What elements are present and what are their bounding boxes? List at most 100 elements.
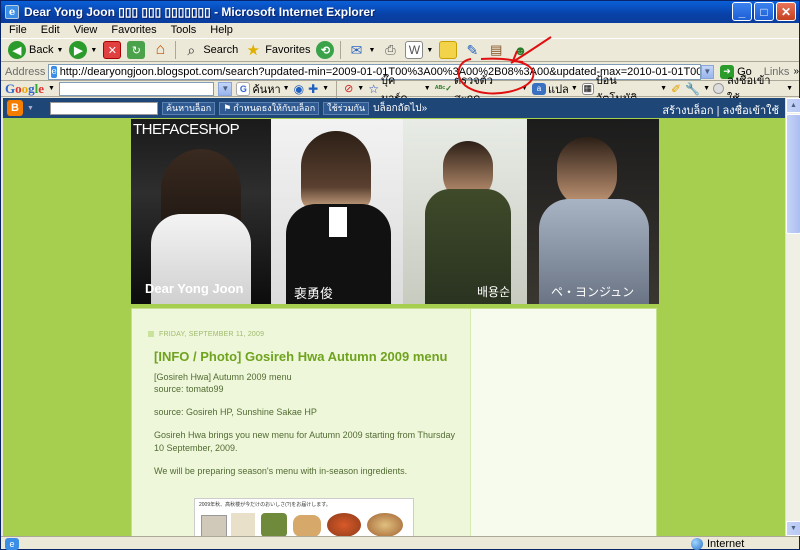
plus-icon[interactable]: ✚ xyxy=(308,82,318,96)
scroll-thumb[interactable] xyxy=(786,114,800,234)
history-button[interactable]: ⟲ xyxy=(313,39,337,61)
chevron-down-icon: ▼ xyxy=(660,85,668,92)
menu-view[interactable]: View xyxy=(74,24,98,36)
name-japanese: ペ・ヨンジュン xyxy=(551,285,635,299)
share-button[interactable]: ใช้ร่วมกัน xyxy=(323,101,370,115)
page-icon: e xyxy=(51,65,57,78)
menu-file[interactable]: File xyxy=(9,24,27,36)
post-line: [Gosireh Hwa] Autumn 2009 menu xyxy=(154,372,292,382)
globe-search-icon[interactable]: ◉ xyxy=(294,82,304,96)
print-icon: ⎙ xyxy=(385,42,396,57)
toolbar-separator xyxy=(340,41,342,59)
post-title[interactable]: [INFO / Photo] Gosireh Hwa Autumn 2009 m… xyxy=(154,349,448,364)
pen-icon: ✎ xyxy=(466,41,479,58)
login-link[interactable]: ลงชื่อเข้าใช้ xyxy=(723,105,779,117)
toolbar-separator xyxy=(175,41,177,59)
content-wrapper: FRIDAY, SEPTEMBER 11, 2009 [INFO / Photo… xyxy=(131,308,657,536)
ie-logo-icon: e xyxy=(5,5,19,19)
title-bar[interactable]: e Dear Yong Joon ▯▯▯ ▯▯▯ ▯▯▯▯▯▯▯ - Micro… xyxy=(1,1,799,23)
name-korean: 배용순 xyxy=(477,285,511,299)
post-image[interactable]: 2009年秋、高秋楼が今だけのおいしさ(?)をお届けします。 xyxy=(194,498,414,536)
star-outline-icon: ☆ xyxy=(368,81,379,96)
flag-blog-button[interactable]: ⚑ กำหนดธงให้กับบล็อก xyxy=(219,101,320,115)
chevron-down-icon[interactable]: ▼ xyxy=(322,85,329,92)
brand-logo: THEFACESHOP xyxy=(133,121,240,138)
back-button[interactable]: ◀ Back ▼ xyxy=(5,39,66,61)
blog-title: Dear Yong Joon xyxy=(145,281,244,296)
post-image-caption: 2009年秋、高秋楼が今だけのおいしさ(?)をお届けします。 xyxy=(199,502,331,508)
back-arrow-icon: ◀ xyxy=(8,41,26,59)
mail-icon: ✉ xyxy=(350,41,363,58)
name-chinese: 裵勇俊 xyxy=(294,287,334,302)
chevron-down-icon: ▼ xyxy=(423,85,431,92)
minimize-button[interactable]: _ xyxy=(732,2,752,21)
google-search-button[interactable]: G ค้นหา ▼ xyxy=(236,80,290,98)
maximize-button[interactable]: □ xyxy=(754,2,774,21)
star-icon: ★ xyxy=(246,42,260,59)
refresh-icon: ↻ xyxy=(127,41,146,59)
people-button[interactable]: ☻ xyxy=(508,39,532,61)
stop-button[interactable]: ✕ xyxy=(100,39,124,61)
post-date: FRIDAY, SEPTEMBER 11, 2009 xyxy=(148,331,264,338)
post-line: We will be preparing season's menu with … xyxy=(154,465,408,476)
favorites-button[interactable]: ★ Favorites xyxy=(241,39,313,61)
blogger-logo-icon[interactable]: B xyxy=(7,100,23,116)
globe-icon xyxy=(691,538,703,550)
close-button[interactable]: ✕ xyxy=(776,2,796,21)
chevron-down-icon: ▼ xyxy=(368,46,376,54)
chevron-down-icon[interactable]: ▼ xyxy=(27,105,34,112)
scroll-down-arrow[interactable]: ▼ xyxy=(786,521,800,536)
abc-check-icon: ᴬᴮᶜ✓ xyxy=(434,84,452,93)
research-button[interactable]: ✎ xyxy=(460,39,484,61)
wrench-icon: 🔧 xyxy=(685,81,701,96)
scroll-up-arrow[interactable]: ▲ xyxy=(786,98,800,113)
menu-help[interactable]: Help xyxy=(210,24,233,36)
search-icon: ⌕ xyxy=(187,41,196,58)
create-blog-link[interactable]: สร้างบล็อก xyxy=(662,105,713,117)
edit-button[interactable]: W ▼ xyxy=(402,39,436,61)
vertical-scrollbar[interactable]: ▲ ▼ xyxy=(785,98,800,536)
toolbar-separator xyxy=(336,79,338,98)
blog-search-input[interactable] xyxy=(49,101,158,115)
post-line: source: tomato99 xyxy=(154,384,224,395)
translate-button[interactable]: a แปล ▼ xyxy=(531,80,578,98)
window-controls: _ □ ✕ xyxy=(732,2,796,21)
menu-favorites[interactable]: Favorites xyxy=(111,24,156,36)
chevron-down-icon: ▼ xyxy=(570,85,578,92)
menu-tools[interactable]: Tools xyxy=(171,24,197,36)
search-blog-button[interactable]: ค้นหาบล็อก xyxy=(161,101,216,115)
home-button[interactable]: ⌂ xyxy=(148,39,172,61)
discuss-button[interactable] xyxy=(436,39,460,61)
next-blog-link[interactable]: บล็อกถัดไป» xyxy=(373,101,427,116)
search-button[interactable]: ⌕ Search xyxy=(179,39,241,61)
messenger-button[interactable]: ▤ xyxy=(484,39,508,61)
refresh-button[interactable]: ↻ xyxy=(124,39,148,61)
blogger-navbar: B ▼ ค้นหาบล็อก ⚑ กำหนดธงให้กับบล็อก ใช้ร่… xyxy=(3,98,785,118)
google-search-dropdown[interactable]: ▼ xyxy=(218,81,233,96)
mail-button[interactable]: ✉ ▼ xyxy=(344,39,378,61)
ie-window: e Dear Yong Joon ▯▯▯ ▯▯▯ ▯▯▯▯▯▯▯ - Micro… xyxy=(0,0,800,550)
highlighter-icon[interactable]: ✐ xyxy=(671,82,681,96)
translate-icon: a xyxy=(531,82,546,95)
chevron-down-icon: ▼ xyxy=(90,46,98,54)
chevron-down-icon: ▼ xyxy=(56,46,64,54)
standard-toolbar: ◀ Back ▼ ▶ ▼ ✕ ↻ ⌂ ⌕ Search ★ Favorites … xyxy=(1,38,799,62)
people-icon: ☻ xyxy=(513,42,528,58)
forward-button[interactable]: ▶ ▼ xyxy=(66,39,100,61)
note-icon xyxy=(439,41,458,59)
flag-icon: ⚑ xyxy=(223,102,232,113)
blog-header-banner[interactable]: THEFACESHOP Dear Yong Joon 裵勇俊 배용순 ペ・ヨンジ… xyxy=(131,119,659,304)
menu-edit[interactable]: Edit xyxy=(41,24,60,36)
post-line: Gosireh Hwa brings you new menu for Autu… xyxy=(154,430,455,453)
google-search-input[interactable] xyxy=(58,81,215,96)
book-icon: ▤ xyxy=(490,42,503,57)
google-logo[interactable]: Google xyxy=(5,81,44,97)
post-body: [Gosireh Hwa] Autumn 2009 menu source: to… xyxy=(154,371,459,488)
security-zone[interactable]: Internet xyxy=(691,538,744,550)
main-column: FRIDAY, SEPTEMBER 11, 2009 [INFO / Photo… xyxy=(134,311,468,536)
chevron-down-icon[interactable]: ▼ xyxy=(357,85,364,92)
popup-blocker-icon[interactable]: ⊘ xyxy=(344,82,353,95)
chevron-down-icon[interactable]: ▼ xyxy=(48,85,55,92)
print-button[interactable]: ⎙ xyxy=(378,39,402,61)
post-line: source: Gosireh HP, Sunshine Sakae HP xyxy=(154,407,317,418)
